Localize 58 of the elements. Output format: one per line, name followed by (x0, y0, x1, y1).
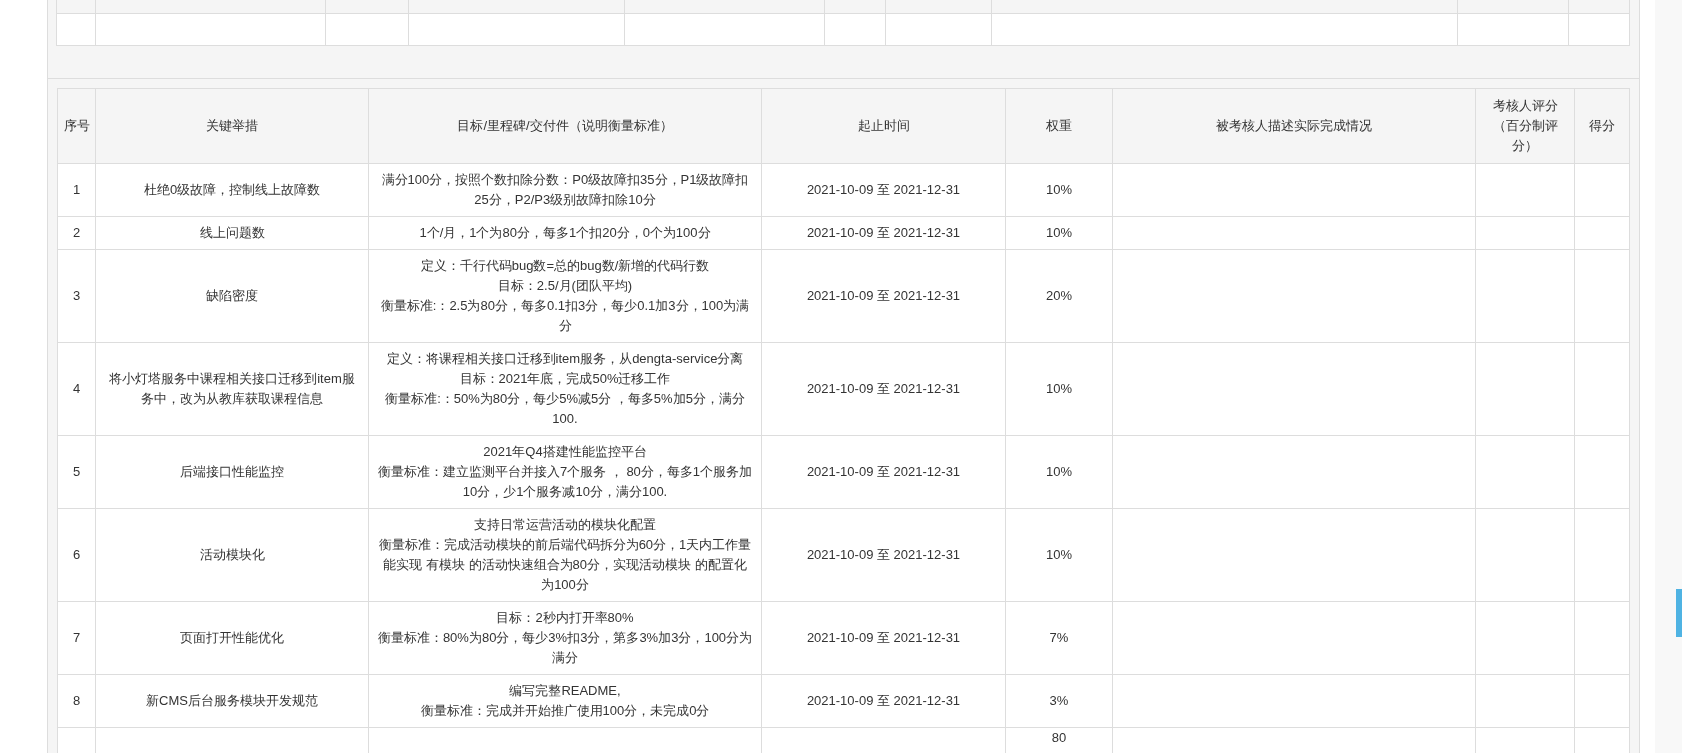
header-cell: 被考核人描述实际完成情况 (1112, 88, 1476, 163)
table-cell: 3 (57, 249, 96, 342)
table-cell: 10% (1005, 163, 1113, 216)
table-cell: 10% (1005, 508, 1113, 601)
table-cell: 1 (57, 163, 96, 216)
table-cell: 7 (57, 601, 96, 674)
header-cell: 目标/里程碑/交付件（说明衡量标准） (368, 88, 762, 163)
table-cell: 8 (57, 674, 96, 727)
table-cell: 10% (1005, 342, 1113, 435)
goal-text: 定义：将课程相关接口迁移到item服务，从dengta-service分离 (385, 349, 745, 368)
scrollbar-thumb[interactable] (1676, 589, 1682, 637)
goal-text: 目标：2秒内打开率80% (495, 608, 635, 627)
goal-text: 目标：2021年底，完成50%迁移工作 (458, 369, 672, 388)
goal-text: 2021年Q4搭建性能监控平台 (482, 442, 648, 461)
table-cell: 2021-10-09 至 2021-12-31 (761, 674, 1006, 727)
goal-text: 目标：2.5/月(团队平均) (496, 276, 634, 295)
table-cell: 4 (57, 342, 96, 435)
table-cell: 页面打开性能优化 (95, 601, 369, 674)
goal-text: 衡量标准：80%为80分，每少3%扣3分，第多3%加3分，100分为满分 (377, 628, 753, 667)
goal-text: 衡量标准：完成活动模块的前后端代码拆分为60分，1天内工作量能实现 有模块 的活动快速组合为80分，实现活动模块 的配置化为100分 (377, 535, 753, 594)
goal-text: 编写完整README, (508, 681, 622, 700)
table-cell: 7% (1005, 601, 1113, 674)
goal-text: 衡量标准：完成并开始推广使用100分，未完成0分 (419, 701, 711, 720)
table-cell: 将小灯塔服务中课程相关接口迁移到item服务中，改为从教库获取课程信息 (95, 342, 369, 435)
header-cell: 序号 (57, 88, 96, 163)
table-cell: 2021-10-09 至 2021-12-31 (761, 342, 1006, 435)
table-cell: 缺陷密度 (95, 249, 369, 342)
table-cell: 6 (57, 508, 96, 601)
table-cell: 2021-10-09 至 2021-12-31 (761, 249, 1006, 342)
goal-text: 衡量标准:：2.5为80分，每多0.1扣3分，每少0.1加3分，100为满分 (379, 296, 751, 335)
table-cell: 2021-10-09 至 2021-12-31 (761, 216, 1006, 249)
table-cell: 活动模块化 (95, 508, 369, 601)
goal-text: 衡量标准：建立监测平台并接入7个服务 ， 80分，每多1个服务加10分，少1个服务减10分，满分100. (377, 462, 753, 501)
goal-text: 衡量标准:：50%为80分，每少5%减5分 ，每多5%加5分，满分100. (384, 389, 746, 428)
table-cell: 新CMS后台服务模块开发规范 (95, 674, 369, 727)
header-cell: 得分 (1574, 88, 1630, 163)
goal-text: 满分100分，按照个数扣除分数：P0级故障扣35分，P1级故障扣25分，P2/P3级别故障扣除10分 (380, 170, 750, 209)
table-cell: 5 (57, 435, 96, 508)
table-cell: 10% (1005, 435, 1113, 508)
table-cell: 后端接口性能监控 (95, 435, 369, 508)
table-cell: 2021-10-09 至 2021-12-31 (761, 508, 1006, 601)
table-cell: 2021-10-09 至 2021-12-31 (761, 435, 1006, 508)
goal-text: 1个/月，1个为80分，每多1个扣20分，0个为100分 (418, 223, 712, 242)
goal-text: 定义：千行代码bug数=总的bug数/新增的代码行数 (419, 256, 711, 275)
table-cell: 线上问题数 (95, 216, 369, 249)
header-cell: 考核人评分（百分制评分） (1475, 88, 1575, 163)
table-cell: 2021-10-09 至 2021-12-31 (761, 163, 1006, 216)
header-cell: 起止时间 (761, 88, 1006, 163)
goal-text: 支持日常运营活动的模块化配置 (473, 515, 657, 534)
table-cell: 10% (1005, 216, 1113, 249)
table-cell: 80 (1051, 729, 1067, 745)
table-cell: 杜绝0级故障，控制线上故障数 (95, 163, 369, 216)
table-cell: 2 (57, 216, 96, 249)
table-cell: 3% (1005, 674, 1113, 727)
table-cell: 20% (1005, 249, 1113, 342)
table-cell: 2021-10-09 至 2021-12-31 (761, 601, 1006, 674)
header-cell: 权重 (1005, 88, 1113, 163)
header-cell: 关键举措 (95, 88, 369, 163)
